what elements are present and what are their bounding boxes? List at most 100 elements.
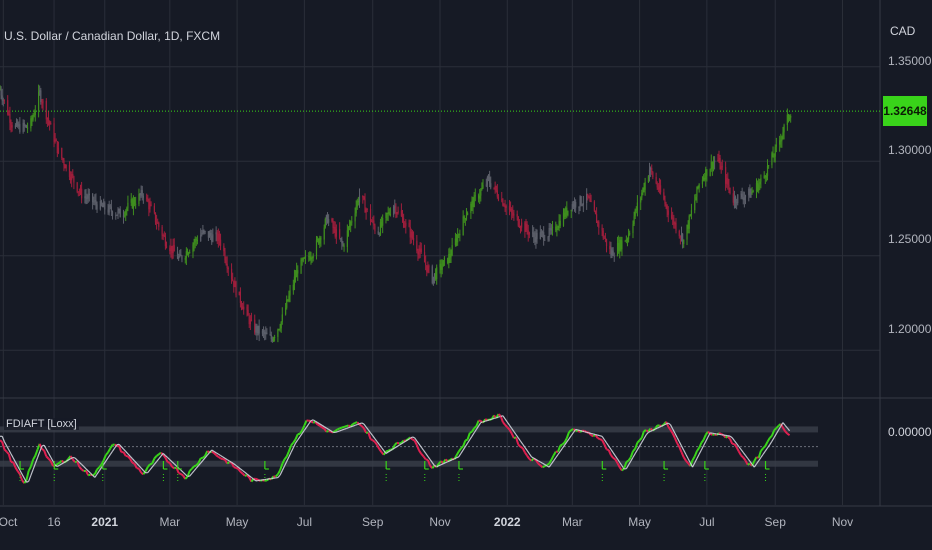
candle-body (481, 187, 483, 190)
fish-segment (1, 441, 6, 450)
fish-segment (131, 461, 135, 465)
candle-body (335, 229, 337, 237)
x-tick-label: Oct (0, 515, 18, 529)
candle-body (373, 220, 375, 226)
candle-body (30, 118, 32, 129)
candle-body (509, 208, 512, 210)
fish-segment (138, 468, 143, 474)
candle-body (557, 227, 559, 230)
fish-segment (285, 450, 290, 457)
candle-body (736, 202, 738, 204)
candle-body (495, 186, 497, 191)
candle-body (7, 100, 9, 115)
candle-body (765, 175, 768, 178)
fish-segment (87, 473, 91, 477)
candle-body (342, 243, 344, 246)
trigger-segment (222, 456, 226, 459)
candle-body (355, 206, 357, 214)
candle-body (382, 218, 384, 226)
candle-body (219, 239, 222, 246)
chart-canvas[interactable] (0, 0, 932, 550)
oscillator-pane (0, 413, 818, 484)
trigger-segment (427, 455, 431, 460)
trigger-segment (782, 422, 786, 426)
fish-segment (102, 454, 107, 461)
fish-segment (422, 455, 427, 460)
candle-body (71, 173, 73, 181)
trigger-segment (606, 442, 610, 447)
trigger-segment (645, 431, 649, 436)
candle-body (386, 213, 388, 215)
fish-segment (475, 420, 480, 427)
candle-body (346, 230, 348, 247)
candle-body (372, 220, 374, 222)
candle-body (354, 213, 356, 222)
x-tick-label: Jul (296, 515, 313, 529)
candle-body (99, 200, 101, 210)
candle-body (629, 233, 631, 235)
fish-segment (464, 438, 468, 442)
fish-segment (334, 428, 339, 432)
candle-body (418, 251, 420, 255)
fish-segment (153, 455, 158, 460)
candle-body (339, 229, 341, 239)
candle-body (706, 169, 708, 176)
trigger-segment (96, 470, 100, 475)
trigger-segment (526, 450, 530, 455)
fish-segment (255, 477, 259, 481)
candle-body (448, 254, 450, 264)
candle-body (701, 179, 704, 185)
candle-body (673, 217, 675, 225)
trigger-segment (30, 469, 34, 476)
candle-body (612, 250, 614, 256)
candle-body (53, 123, 55, 142)
candle-body (258, 325, 260, 334)
candle-body (138, 193, 140, 205)
candle-body (436, 267, 438, 280)
candle-body (555, 226, 557, 231)
candle-body (704, 177, 706, 180)
fish-segment (607, 449, 612, 456)
trigger-segment (676, 437, 680, 442)
candle-body (679, 236, 682, 238)
candle-body (257, 325, 259, 334)
trigger-segment (744, 455, 749, 459)
fish-segment (729, 438, 734, 445)
candle-body (620, 239, 622, 250)
fish-segment (643, 429, 647, 432)
candle-body (279, 328, 281, 330)
candle-body (110, 206, 112, 212)
candle-body (85, 196, 87, 198)
candle-body (63, 160, 65, 166)
trigger-segment (601, 435, 605, 440)
trigger-segment (520, 440, 524, 445)
fish-segment (519, 445, 524, 449)
candle-body (179, 254, 181, 257)
fish-segment (370, 438, 374, 442)
candle-body (192, 244, 194, 252)
trigger-segment (85, 468, 89, 472)
candle-body (207, 231, 210, 238)
candle-body (625, 239, 627, 242)
fish-segment (629, 450, 634, 458)
candle-body (527, 230, 529, 235)
candle-body (748, 188, 750, 196)
trigger-segment (127, 453, 131, 457)
candle-body (150, 204, 152, 206)
candle-body (15, 121, 18, 126)
candle-body (619, 239, 621, 252)
candle-body (717, 160, 719, 162)
candle-body (618, 242, 620, 252)
candle-body (541, 231, 544, 233)
candle-body (719, 158, 721, 170)
candle-body (450, 255, 452, 258)
candle-body (779, 140, 781, 145)
fish-segment (200, 456, 204, 460)
x-tick-label: 2022 (493, 515, 521, 529)
fish-segment (167, 461, 171, 464)
candle-body (528, 232, 530, 235)
candle-body (659, 185, 662, 193)
trigger-segment (762, 450, 766, 455)
candle-body (288, 295, 290, 301)
candle-body (163, 235, 165, 237)
